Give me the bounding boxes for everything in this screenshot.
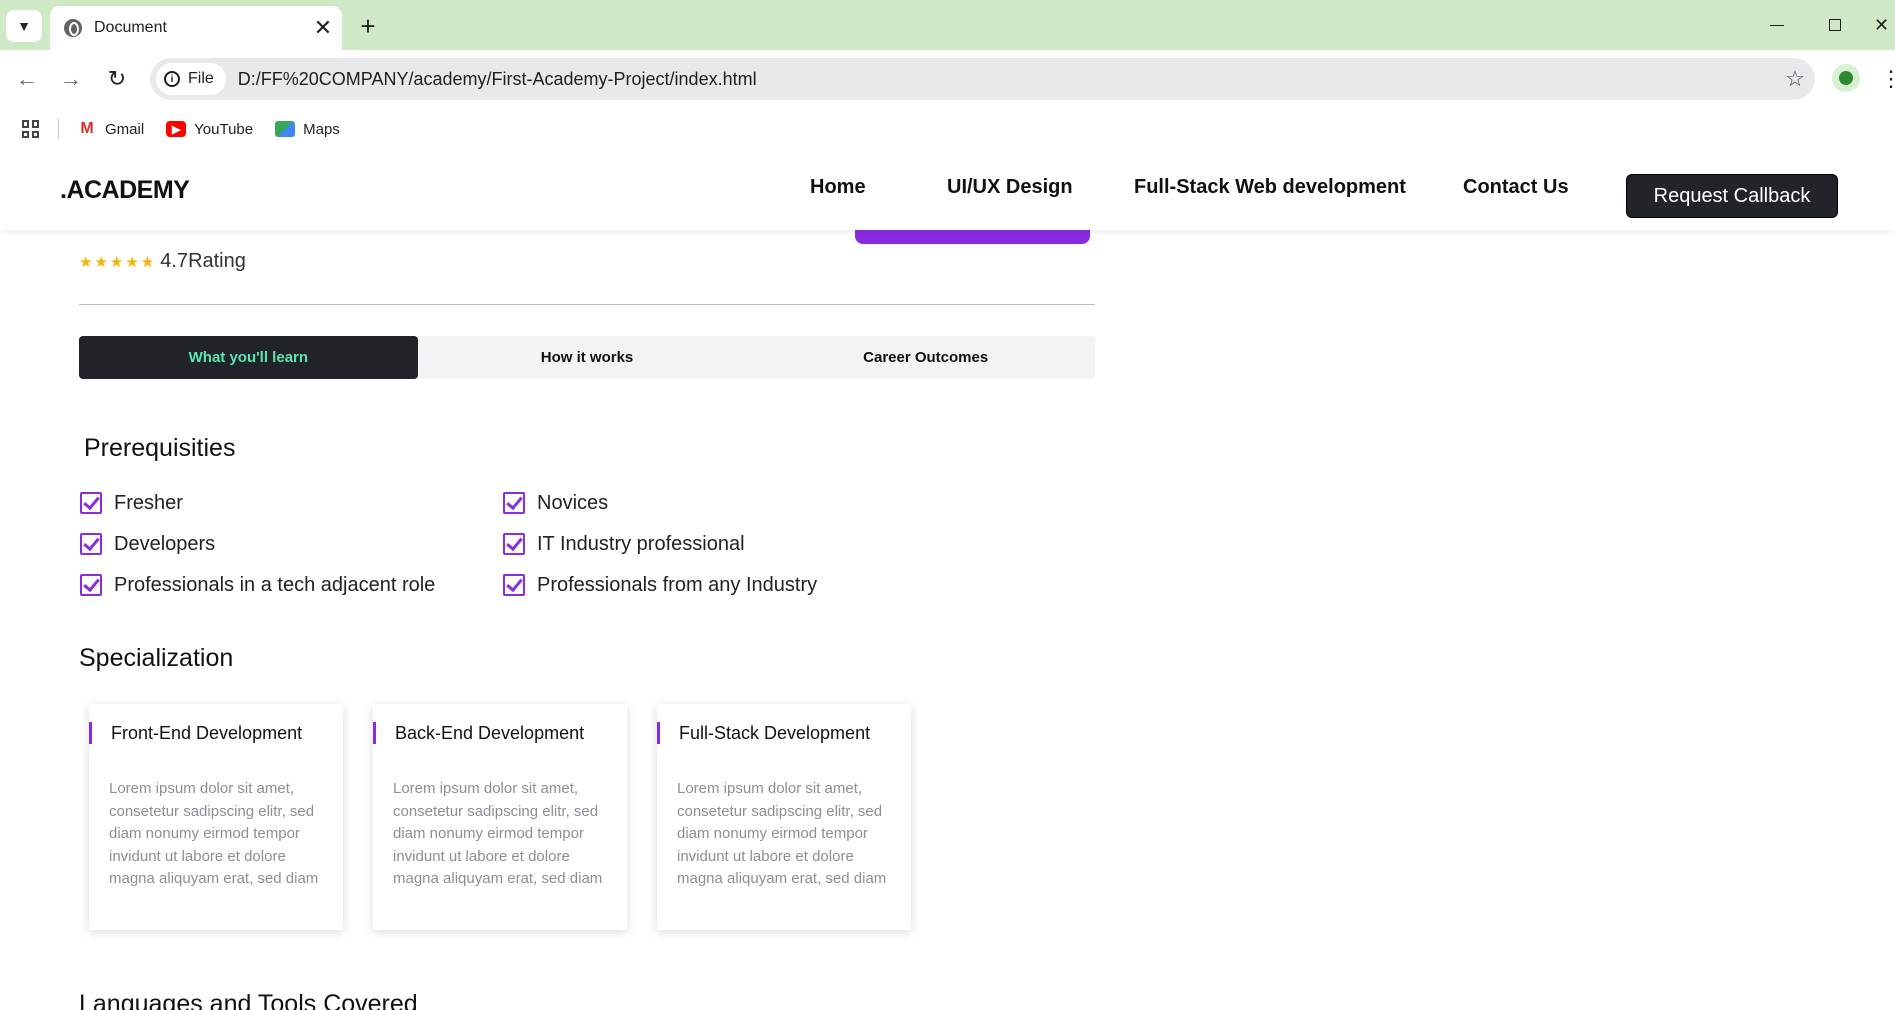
bookmarks-bar: M Gmail ▶ YouTube Maps [0, 108, 1895, 150]
specialization-card-frontend[interactable]: Front-End Development Lorem ipsum dolor … [89, 704, 343, 930]
new-tab-button[interactable]: + [352, 10, 384, 42]
list-item: Professionals in a tech adjacent role [80, 572, 503, 598]
checkbox-checked-icon [80, 492, 102, 514]
checkbox-checked-icon [80, 533, 102, 555]
prereq-label: IT Industry professional [537, 532, 745, 555]
minimize-button[interactable] [1754, 8, 1800, 42]
nav-fullstack-web[interactable]: Full-Stack Web development [1134, 176, 1406, 199]
prereq-label: Novices [537, 491, 609, 514]
profile-avatar[interactable] [1832, 64, 1860, 92]
close-icon: ✕ [1873, 14, 1890, 35]
prereq-label: Professionals in a tech adjacent role [114, 573, 436, 596]
bookmark-youtube[interactable]: ▶ YouTube [166, 121, 253, 138]
reload-icon: ↻ [107, 66, 127, 91]
specialization-card-fullstack[interactable]: Full-Stack Development Lorem ipsum dolor… [657, 704, 911, 930]
course-tabs: What you'll learn How it works Career Ou… [79, 336, 1095, 379]
bookmark-label: YouTube [194, 120, 254, 138]
nav-home[interactable]: Home [810, 176, 866, 199]
site-info-chip[interactable]: i File [156, 63, 226, 95]
back-button[interactable]: ← [10, 62, 44, 96]
prereq-label: Professionals from any Industry [537, 573, 818, 596]
specialization-card-backend[interactable]: Back-End Development Lorem ipsum dolor s… [373, 704, 627, 930]
card-title: Full-Stack Development [679, 723, 871, 743]
info-icon: i [164, 71, 180, 87]
list-item: Novices [503, 490, 903, 516]
tab-how-it-works[interactable]: How it works [418, 336, 757, 379]
card-title: Front-End Development [111, 723, 303, 743]
bookmark-maps[interactable]: Maps [275, 121, 340, 138]
card-description: Lorem ipsum dolor sit amet, consetetur s… [393, 780, 603, 887]
languages-tools-heading: Languages and Tools Covered [79, 990, 418, 1010]
maps-icon [275, 121, 296, 137]
browser-toolbar: ← → ↻ i File D:/FF%20COMPANY/academy/Fir… [0, 50, 1895, 108]
tab-title: Document [94, 19, 167, 36]
tab-search-button[interactable]: ▼ [6, 10, 42, 42]
card-accent-bar [89, 722, 92, 744]
divider [79, 304, 1095, 305]
specialization-heading: Specialization [79, 644, 234, 672]
address-bar[interactable]: i File D:/FF%20COMPANY/academy/First-Aca… [150, 58, 1815, 100]
restore-icon [1829, 19, 1841, 31]
forward-button[interactable]: → [54, 62, 88, 96]
rating-stars-icon: ★★★★★ [79, 253, 157, 271]
checkbox-checked-icon [503, 533, 525, 555]
checkbox-checked-icon [80, 574, 102, 596]
person-icon [1839, 71, 1853, 85]
list-item: Developers [80, 531, 503, 557]
card-accent-bar [373, 722, 376, 744]
minimize-icon [1770, 24, 1784, 26]
checkbox-checked-icon [503, 492, 525, 514]
enroll-button-partial[interactable] [855, 230, 1090, 244]
rating-value: 4.7 [160, 250, 189, 272]
card-description: Lorem ipsum dolor sit amet, consetetur s… [109, 780, 319, 887]
card-title: Back-End Development [395, 723, 585, 743]
site-logo[interactable]: .ACADEMY [60, 176, 190, 205]
prerequisites-heading: Prerequisities [84, 434, 236, 462]
browser-tab-bar: ▼ Document ✕ + ✕ [0, 0, 1895, 50]
nav-contact-us[interactable]: Contact Us [1463, 176, 1569, 199]
url-text[interactable]: D:/FF%20COMPANY/academy/First-Academy-Pr… [238, 69, 1775, 90]
apps-grid-icon[interactable] [22, 120, 40, 138]
file-chip-label: File [188, 70, 214, 87]
bookmark-separator [58, 119, 59, 139]
bookmark-label: Gmail [105, 120, 145, 138]
course-rating: ★★★★★ 4.7 Rating [79, 250, 246, 273]
specialization-cards: Front-End Development Lorem ipsum dolor … [89, 704, 911, 930]
prereq-label: Developers [114, 532, 216, 555]
gmail-icon: M [77, 120, 97, 137]
nav-uiux-design[interactable]: UI/UX Design [947, 176, 1073, 199]
rating-label: Rating [188, 250, 246, 272]
arrow-left-icon: ← [16, 66, 38, 91]
bookmark-label: Maps [303, 120, 340, 138]
reload-button[interactable]: ↻ [100, 62, 134, 96]
list-item: Professionals from any Industry [503, 572, 903, 598]
restore-button[interactable] [1812, 8, 1858, 42]
page-viewport: .ACADEMY Home UI/UX Design Full-Stack We… [0, 150, 1895, 1010]
list-item: Fresher [80, 490, 503, 516]
youtube-icon: ▶ [166, 121, 187, 137]
tab-what-youll-learn[interactable]: What you'll learn [79, 336, 418, 379]
card-accent-bar [657, 722, 660, 744]
arrow-right-icon: → [60, 66, 82, 91]
chevron-down-icon: ▼ [17, 18, 31, 34]
prerequisites-list: Fresher Novices Developers IT Industry p… [80, 490, 880, 598]
tab-career-outcomes[interactable]: Career Outcomes [756, 336, 1095, 379]
card-description: Lorem ipsum dolor sit amet, consetetur s… [677, 780, 887, 887]
bookmark-star-icon[interactable]: ☆ [1775, 66, 1815, 92]
checkbox-checked-icon [503, 574, 525, 596]
site-navbar: .ACADEMY Home UI/UX Design Full-Stack We… [0, 150, 1895, 230]
browser-tab[interactable]: Document ✕ [50, 6, 342, 50]
prereq-label: Fresher [114, 491, 183, 514]
more-menu-icon[interactable]: ⋮ [1880, 64, 1895, 94]
list-item: IT Industry professional [503, 531, 903, 557]
request-callback-button[interactable]: Request Callback [1626, 174, 1838, 218]
close-window-button[interactable]: ✕ [1868, 8, 1895, 42]
bookmark-gmail[interactable]: M Gmail [77, 120, 145, 138]
close-tab-button[interactable]: ✕ [308, 13, 338, 43]
globe-icon [64, 19, 82, 37]
